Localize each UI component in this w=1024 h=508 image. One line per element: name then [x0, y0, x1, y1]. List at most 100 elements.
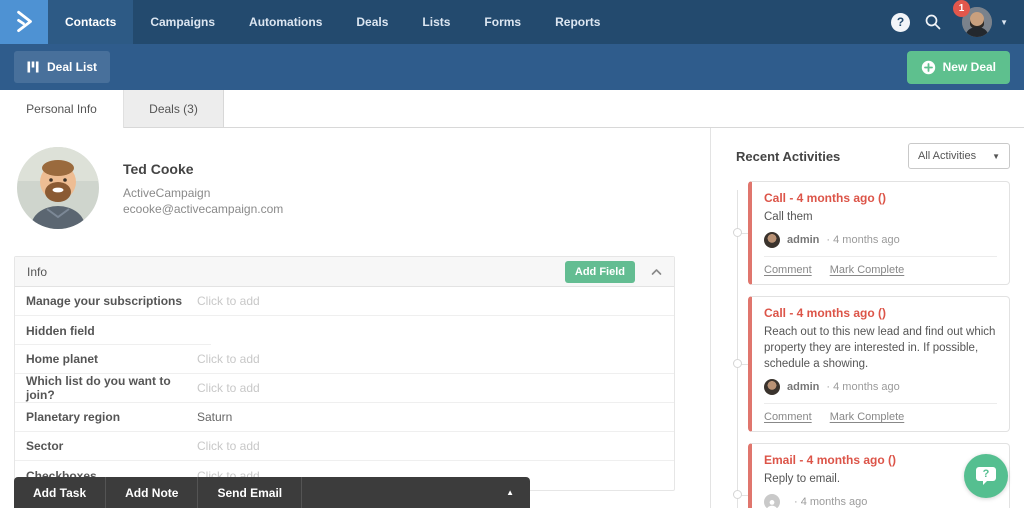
nav-item-reports[interactable]: Reports — [538, 0, 617, 44]
activity-card-call: Call - 4 months ago () Call them admin ·… — [748, 181, 1010, 286]
notification-badge: 1 — [953, 0, 971, 17]
field-label: Manage your subscriptions — [26, 294, 183, 308]
timeline-node — [733, 359, 742, 369]
comment-link[interactable]: Comment — [764, 264, 812, 276]
activecampaign-logo[interactable] — [0, 0, 48, 44]
field-value[interactable]: Saturn — [186, 410, 232, 424]
activity-card-call: Call - 4 months ago () Reach out to this… — [748, 296, 1010, 433]
activity-title[interactable]: Call - 4 months ago () — [764, 191, 997, 205]
field-label: Sector — [26, 439, 64, 453]
plus-circle-icon — [921, 60, 935, 74]
contact-company: ActiveCampaign — [123, 186, 211, 200]
nav-item-lists[interactable]: Lists — [405, 0, 467, 44]
activity-item: Call - 4 months ago () Call them admin ·… — [733, 181, 1010, 286]
activity-body: Reach out to this new lead and find out … — [764, 326, 996, 371]
activity-timestamp: · 4 months ago — [794, 496, 868, 508]
nav-right-controls: ? 1 ▼ — [891, 0, 1024, 44]
field-label: Home planet — [26, 352, 99, 366]
contact-name: Ted Cooke — [123, 161, 194, 177]
activecampaign-contact-page: Contacts Campaigns Automations Deals Lis… — [0, 0, 1024, 508]
kanban-columns-icon — [27, 61, 39, 73]
recent-activities-sidebar: Recent Activities All Activities ▼ Call … — [710, 128, 1024, 508]
timeline-node — [733, 228, 742, 238]
top-navigation: Contacts Campaigns Automations Deals Lis… — [0, 0, 1024, 44]
timeline-line — [737, 190, 738, 508]
field-row: Home planet Click to add — [15, 345, 674, 374]
help-icon[interactable]: ? — [891, 12, 911, 32]
field-row: Sector Click to add — [15, 432, 674, 461]
nav-item-automations[interactable]: Automations — [232, 0, 339, 44]
activity-body: Reply to email. — [764, 473, 841, 486]
info-panel-header: Info Add Field — [15, 257, 674, 287]
deal-list-label: Deal List — [47, 60, 98, 74]
new-deal-button[interactable]: New Deal — [906, 50, 1010, 84]
field-row: Which list do you want to join? Click to… — [15, 374, 674, 403]
nav-item-campaigns[interactable]: Campaigns — [133, 0, 232, 44]
chevron-logo-icon — [17, 10, 32, 33]
content-area: Ted Cooke ActiveCampaign ecooke@activeca… — [0, 128, 1024, 508]
activities-header: Recent Activities All Activities ▼ — [711, 128, 1024, 180]
tab-personal-info[interactable]: Personal Info — [0, 90, 124, 128]
mark-complete-link[interactable]: Mark Complete — [830, 264, 905, 276]
activity-filter-dropdown[interactable]: All Activities ▼ — [908, 143, 1010, 169]
activity-actions: Comment Mark Complete — [764, 256, 997, 276]
activity-author: admin — [787, 234, 820, 247]
info-panel: Info Add Field Manage your subscriptions… — [14, 256, 675, 491]
activity-author: admin — [787, 381, 820, 394]
activity-timestamp: · 4 months ago — [826, 381, 900, 394]
activity-meta: · 4 months ago — [764, 494, 997, 508]
contact-tabs: Personal Info Deals (3) — [0, 90, 1024, 128]
main-column: Ted Cooke ActiveCampaign ecooke@activeca… — [0, 128, 710, 508]
field-value[interactable]: Click to add — [186, 381, 260, 395]
activity-title[interactable]: Call - 4 months ago () — [764, 306, 997, 320]
field-label: Planetary region — [26, 410, 121, 424]
dropdown-caret-icon: ▼ — [992, 151, 1000, 161]
contact-header: Ted Cooke ActiveCampaign ecooke@activeca… — [0, 128, 710, 229]
activity-timestamp: · 4 months ago — [826, 234, 900, 247]
deal-toolbar: Deal List New Deal — [0, 44, 1024, 90]
activity-meta: admin · 4 months ago — [764, 379, 997, 396]
field-value[interactable]: Click to add — [186, 352, 260, 366]
info-panel-title: Info — [27, 264, 48, 279]
admin-avatar — [764, 232, 780, 249]
contact-action-bar: Add Task Add Note Send Email ▲ — [14, 477, 530, 508]
contact-identity: Ted Cooke ActiveCampaign ecooke@activeca… — [123, 161, 283, 229]
timeline-node — [733, 490, 742, 500]
chat-question-glyph: ? — [982, 468, 990, 480]
nav-item-deals[interactable]: Deals — [339, 0, 405, 44]
deal-list-button[interactable]: Deal List — [14, 51, 111, 83]
field-row: Planetary region Saturn — [15, 403, 674, 432]
mark-complete-link[interactable]: Mark Complete — [830, 411, 905, 423]
nav-item-forms[interactable]: Forms — [467, 0, 538, 44]
comment-link[interactable]: Comment — [764, 411, 812, 423]
field-row: Manage your subscriptions Click to add — [15, 287, 674, 316]
add-note-button[interactable]: Add Note — [106, 477, 199, 508]
nav-item-contacts[interactable]: Contacts — [48, 0, 134, 44]
field-label: Hidden field — [26, 323, 95, 338]
collapse-chevron-up-icon[interactable] — [651, 268, 662, 276]
activity-item: Call - 4 months ago () Reach out to this… — [733, 296, 1010, 433]
activity-meta: admin · 4 months ago — [764, 232, 997, 249]
tab-deals[interactable]: Deals (3) — [124, 90, 224, 128]
action-bar-collapse-caret-icon[interactable]: ▲ — [506, 477, 530, 508]
add-field-button[interactable]: Add Field — [564, 260, 635, 283]
send-email-button[interactable]: Send Email — [198, 477, 303, 508]
user-menu[interactable]: 1 ▼ — [953, 0, 1008, 37]
user-menu-caret-icon: ▼ — [1000, 17, 1008, 27]
search-icon[interactable] — [924, 13, 942, 31]
live-chat-button[interactable]: ? — [964, 454, 1008, 498]
new-deal-label: New Deal — [942, 60, 996, 74]
activity-filter-value: All Activities — [918, 150, 977, 162]
activity-body: Call them — [764, 211, 813, 223]
admin-avatar — [764, 379, 780, 396]
field-value[interactable]: Click to add — [186, 294, 260, 308]
field-row: Hidden field — [15, 316, 674, 345]
field-value[interactable]: Click to add — [186, 439, 260, 453]
magnifier-glyph — [925, 14, 941, 30]
contact-avatar[interactable] — [17, 147, 99, 229]
contact-email: ecooke@activecampaign.com — [123, 202, 284, 217]
add-task-button[interactable]: Add Task — [14, 477, 107, 508]
activities-title: Recent Activities — [736, 148, 841, 164]
activity-title[interactable]: Email - 4 months ago () — [764, 453, 997, 467]
contact-avatar-photo — [17, 147, 99, 229]
